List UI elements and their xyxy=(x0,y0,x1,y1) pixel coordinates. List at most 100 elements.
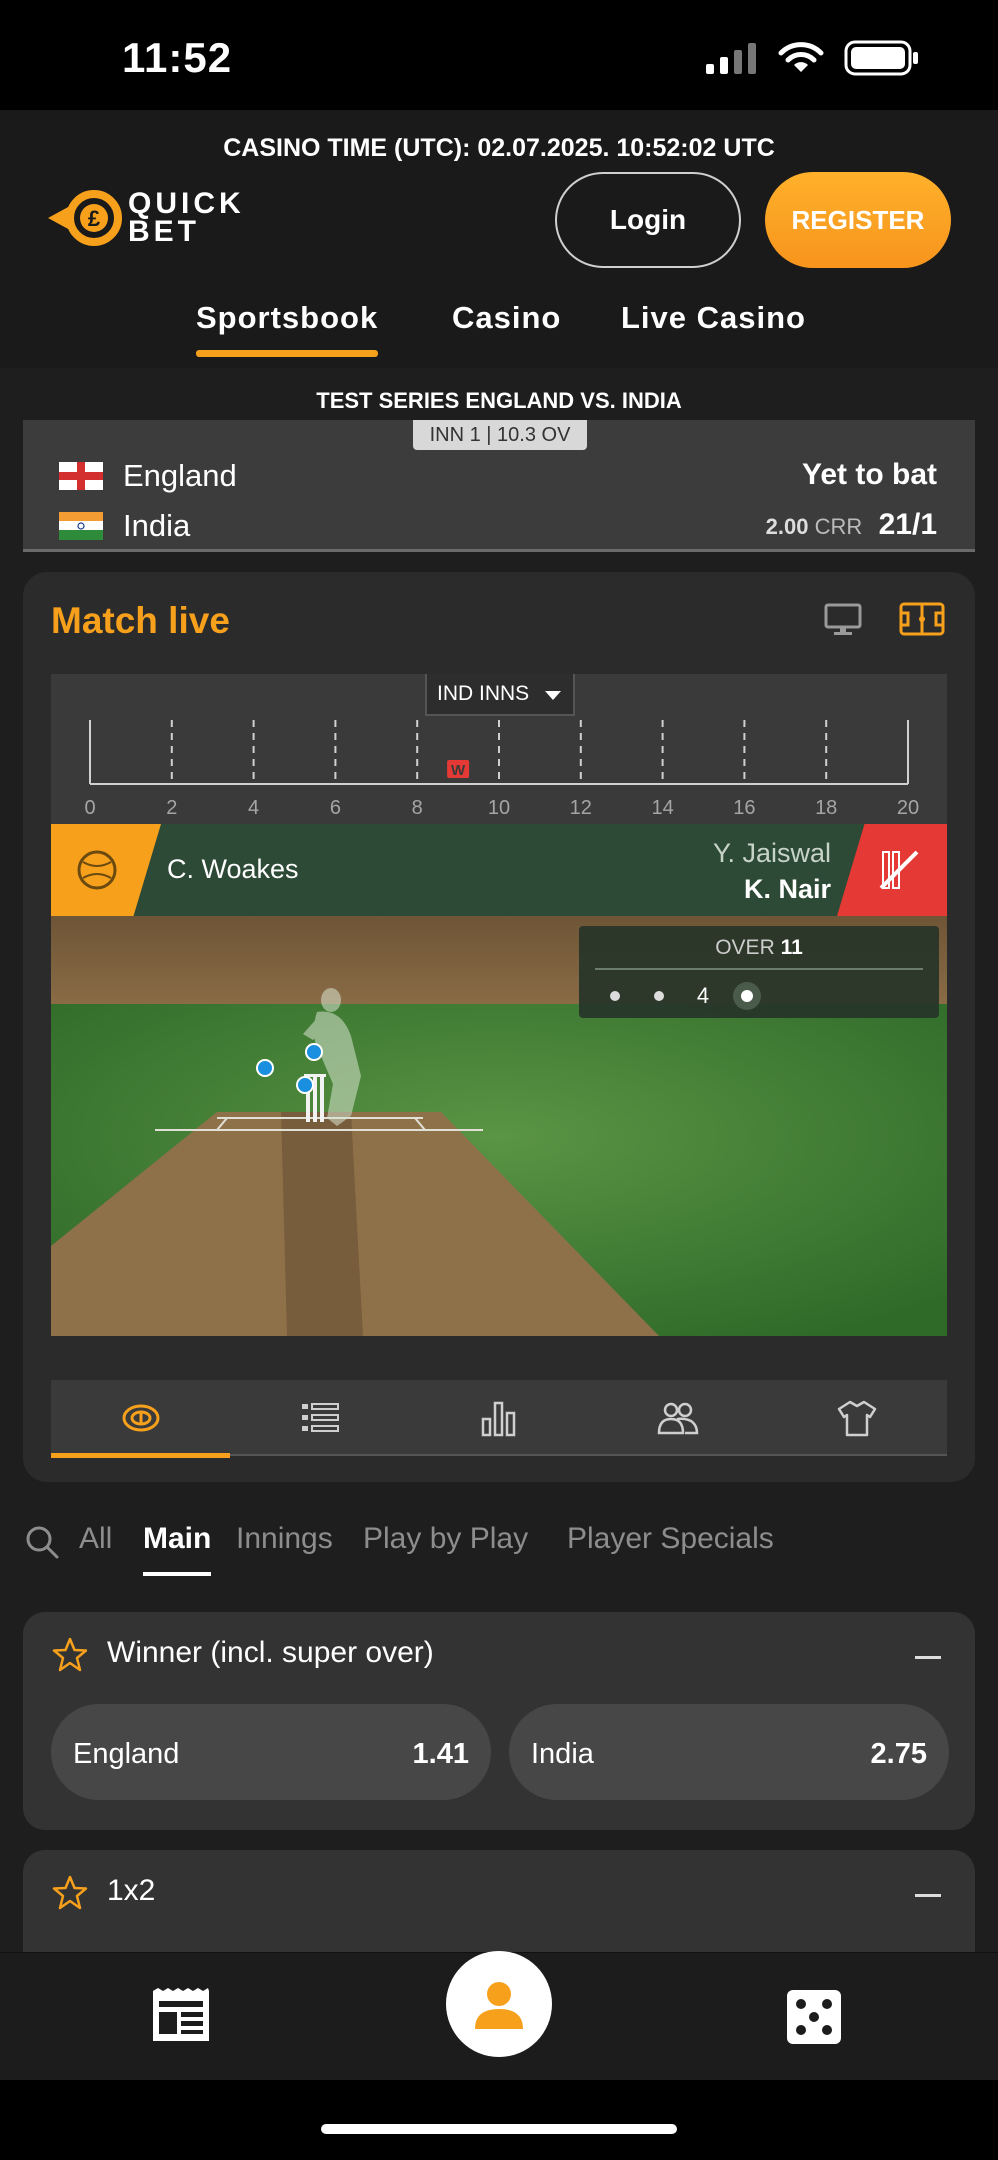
logo-text: QUICK BET xyxy=(128,189,245,248)
over-number: 11 xyxy=(780,936,803,959)
match-live-card: Match live 0 2 4 6 8 10 12 14 16 18 20 W IND INNS xyxy=(23,572,975,1482)
cricket-field: OVER 11 4 xyxy=(51,916,947,1336)
tab-lineups[interactable] xyxy=(588,1380,767,1456)
chevron-down-icon xyxy=(545,691,561,700)
crr-value: 2.00 xyxy=(765,514,809,539)
dice-icon[interactable] xyxy=(786,1989,842,2045)
register-button[interactable]: REGISTER xyxy=(765,172,951,268)
shirt-icon xyxy=(837,1400,876,1437)
market-tab-innings[interactable]: Innings xyxy=(236,1522,333,1556)
ball-current xyxy=(733,982,761,1010)
signal-icon xyxy=(706,43,756,74)
innings-select[interactable]: IND INNS xyxy=(425,674,575,716)
timeline-tick-label: 6 xyxy=(330,797,341,819)
players-icon xyxy=(657,1402,698,1435)
market-tab-play-by-play[interactable]: Play by Play xyxy=(363,1522,528,1556)
pitch-oval-icon xyxy=(122,1404,159,1432)
wicket-marker-label: W xyxy=(451,762,466,779)
market-tab-all[interactable]: All xyxy=(79,1522,112,1556)
collapse-icon[interactable] xyxy=(915,1656,941,1659)
search-icon[interactable] xyxy=(24,1524,60,1560)
odd-value: 2.75 xyxy=(870,1738,927,1770)
timeline-tick-label: 4 xyxy=(248,797,259,819)
india-flag-icon xyxy=(59,512,103,540)
betslip-icon[interactable] xyxy=(150,1987,212,2043)
odd-label: England xyxy=(73,1738,180,1770)
star-icon[interactable] xyxy=(51,1874,89,1912)
ball-dot xyxy=(601,982,629,1010)
tab-live-casino[interactable]: Live Casino xyxy=(621,300,806,336)
batter-1-name: Y. Jaiswal xyxy=(712,838,831,868)
monitor-icon[interactable] xyxy=(823,602,863,638)
account-button[interactable] xyxy=(446,1951,552,2057)
tab-field-view[interactable] xyxy=(51,1380,230,1458)
team-row-india: India xyxy=(59,504,190,548)
bottom-nav xyxy=(0,1951,998,2080)
user-icon xyxy=(475,1982,523,2029)
market-tab-main[interactable]: Main xyxy=(143,1522,212,1576)
collapse-icon[interactable] xyxy=(915,1894,941,1897)
odd-label: India xyxy=(531,1738,594,1770)
quickbet-logo[interactable]: £ QUICK BET xyxy=(46,182,246,252)
cricket-ball-icon xyxy=(77,850,117,890)
timeline-tick-label: 18 xyxy=(815,797,837,819)
main-nav: Sportsbook Casino Live Casino xyxy=(0,300,998,368)
innings-select-value: IND INNS xyxy=(437,682,530,705)
svg-text:£: £ xyxy=(88,206,101,231)
tab-casino[interactable]: Casino xyxy=(452,300,561,336)
odd-button-india[interactable]: India 2.75 xyxy=(509,1704,949,1800)
batting-indicator xyxy=(837,824,947,916)
team2-score-block: 2.00 CRR 21/1 xyxy=(766,508,937,542)
tab-statistics[interactable] xyxy=(409,1380,588,1456)
team2-score: 21/1 xyxy=(878,508,937,541)
ball-runs: 4 xyxy=(696,983,710,1008)
login-button[interactable]: Login xyxy=(555,172,741,268)
team2-name: India xyxy=(123,508,191,543)
cricket-bat-icon xyxy=(879,850,919,890)
logo-line2: BET xyxy=(128,215,200,248)
tab-sportsbook[interactable]: Sportsbook xyxy=(196,300,379,357)
timeline-tick-label: 10 xyxy=(488,797,510,819)
timeline-tick-label: 20 xyxy=(897,797,919,819)
team1-status: Yet to bat xyxy=(801,458,937,491)
star-icon[interactable] xyxy=(51,1636,89,1674)
tab-kits[interactable] xyxy=(767,1380,946,1456)
app-root: 11:52 CASINO TIME (UTC): 02.07.2025. 10:… xyxy=(0,0,998,2160)
match-live-title: Match live xyxy=(51,600,230,641)
timeline-tick-label: 8 xyxy=(412,797,423,819)
crr-label: CRR xyxy=(814,514,863,539)
tab-commentary[interactable] xyxy=(230,1380,409,1456)
match-tabs xyxy=(51,1380,947,1458)
odd-value: 1.41 xyxy=(412,1738,469,1770)
ball-dot xyxy=(645,982,673,1010)
players-bar: C. Woakes Y. Jaiswal K. Nair xyxy=(51,824,947,916)
status-bar: 11:52 xyxy=(0,0,998,110)
casino-time: CASINO TIME (UTC): 02.07.2025. 10:52:02 … xyxy=(223,134,775,162)
market-title: Winner (incl. super over) xyxy=(107,1636,434,1669)
timeline-tick-label: 14 xyxy=(651,797,673,819)
overs-timeline: 0 2 4 6 8 10 12 14 16 18 20 W IND INNS xyxy=(51,674,947,824)
odd-button-england[interactable]: England 1.41 xyxy=(51,1704,491,1800)
battery-icon xyxy=(844,40,918,76)
series-title: TEST SERIES ENGLAND VS. INDIA xyxy=(316,388,682,413)
current-over-panel: OVER 11 4 xyxy=(579,926,939,1018)
wicket-marker: W xyxy=(447,760,470,779)
crr: 2.00 CRR xyxy=(766,514,863,539)
batter-2-name: K. Nair xyxy=(743,874,831,904)
bar-chart-icon xyxy=(481,1401,515,1437)
over-label: OVER xyxy=(715,936,775,959)
pitch-view-icon[interactable] xyxy=(899,600,945,638)
coin-logo-icon: £ xyxy=(48,190,122,246)
team-row-england: England xyxy=(59,454,237,498)
timeline-tick-label: 12 xyxy=(570,797,592,819)
team1-name: England xyxy=(123,458,237,493)
home-bar-area xyxy=(0,2080,998,2160)
bowler-name: C. Woakes xyxy=(167,854,299,884)
home-indicator[interactable] xyxy=(321,2124,677,2134)
market-tab-player-specials[interactable]: Player Specials xyxy=(567,1522,774,1556)
scoreboard: INN 1 | 10.3 OV England Yet to bat India… xyxy=(23,420,975,552)
bowling-indicator xyxy=(51,824,161,916)
innings-badge: INN 1 | 10.3 OV xyxy=(413,420,587,450)
header: CASINO TIME (UTC): 02.07.2025. 10:52:02 … xyxy=(0,110,998,368)
timeline-tick-label: 16 xyxy=(733,797,755,819)
